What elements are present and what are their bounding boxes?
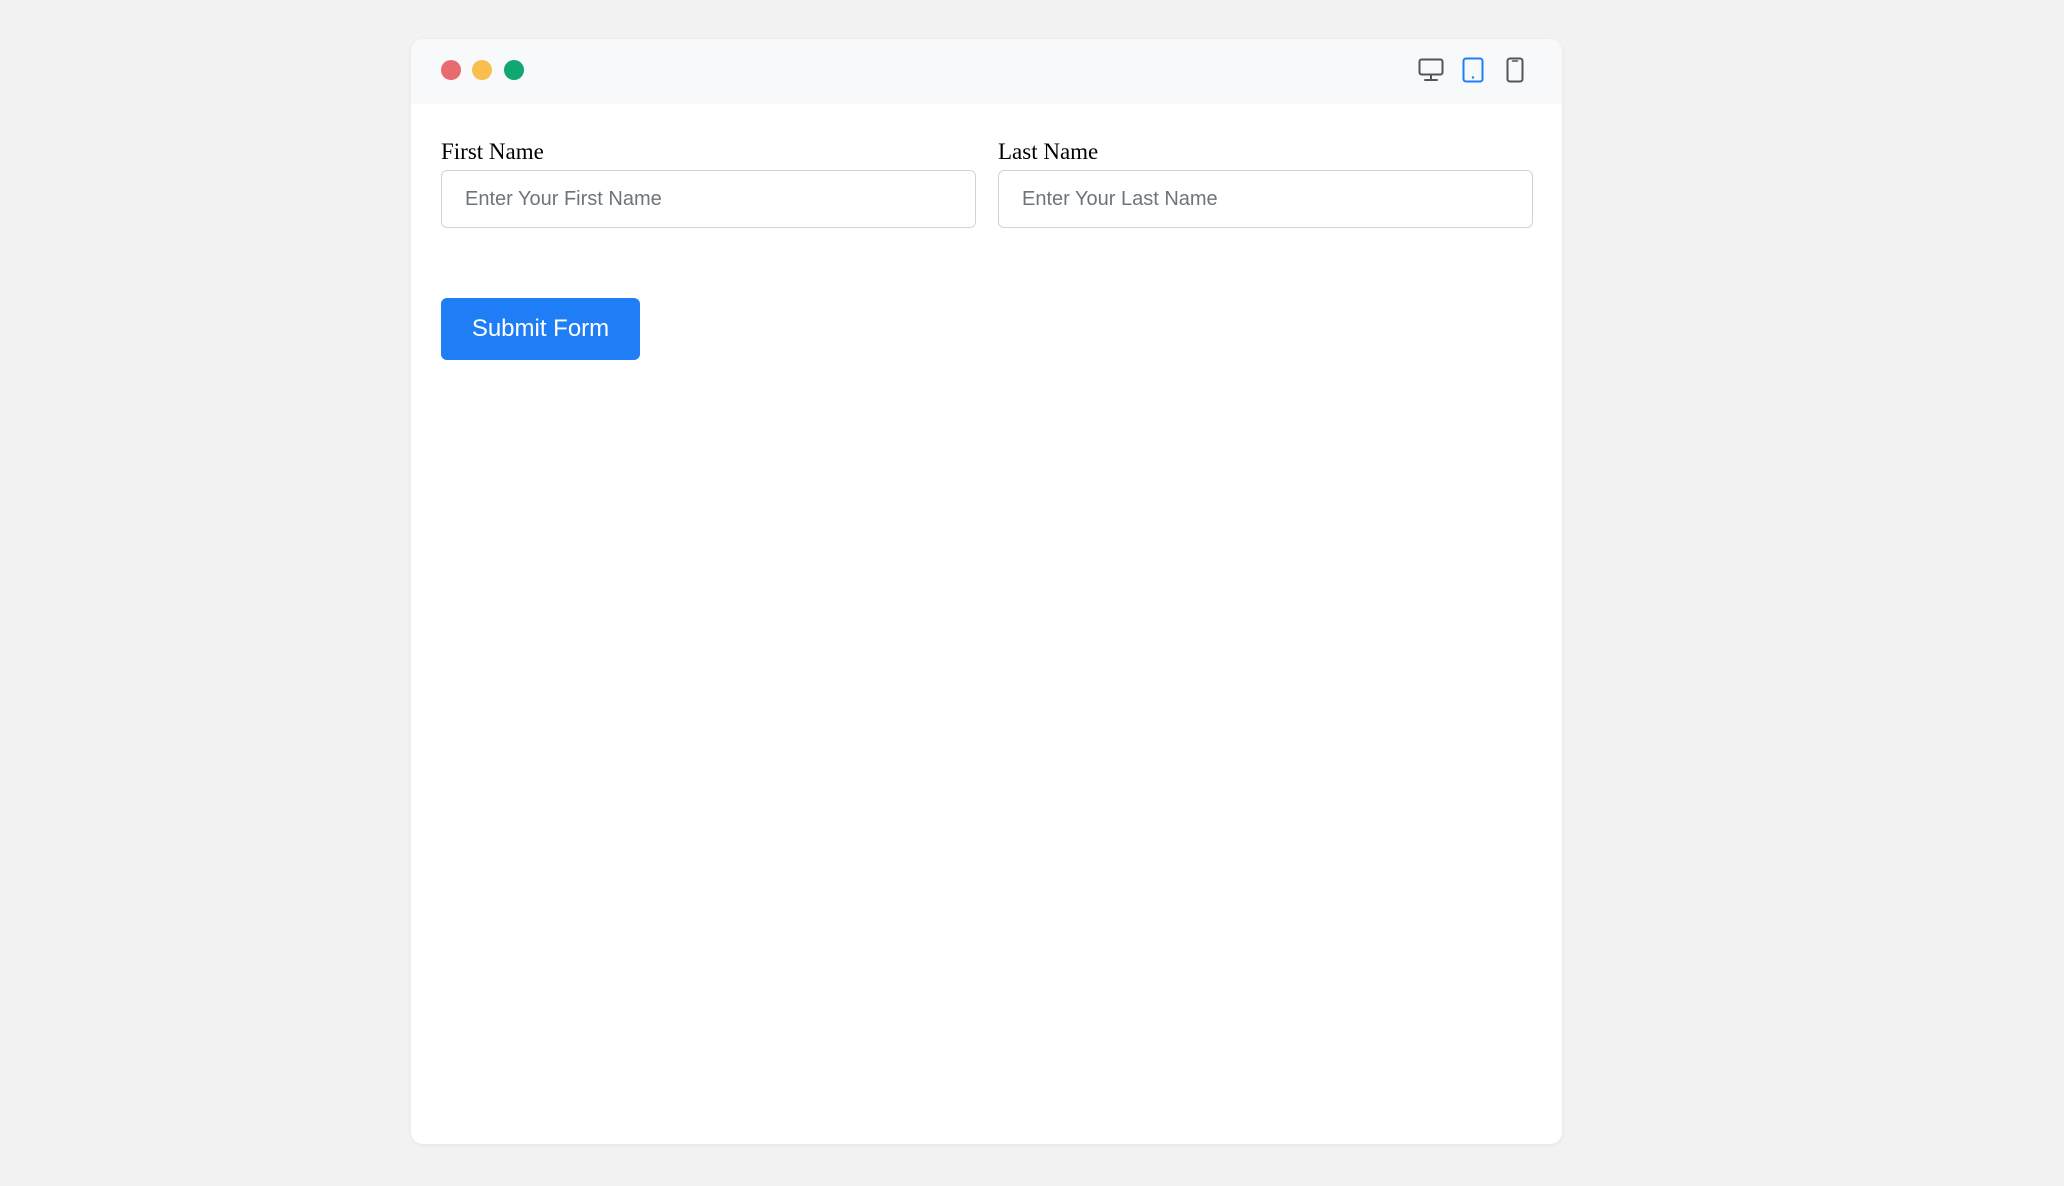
preview-window: First Name Last Name Submit Form xyxy=(411,39,1562,1144)
window-titlebar xyxy=(411,39,1562,104)
desktop-view-button[interactable] xyxy=(1414,53,1448,87)
tablet-view-button[interactable] xyxy=(1456,53,1490,87)
first-name-label: First Name xyxy=(441,139,544,164)
mobile-view-button[interactable] xyxy=(1498,53,1532,87)
last-name-label: Last Name xyxy=(998,139,1099,164)
close-window-dot[interactable] xyxy=(441,60,461,80)
submit-form-button[interactable]: Submit Form xyxy=(441,298,640,360)
minimize-window-dot[interactable] xyxy=(472,60,492,80)
monitor-icon xyxy=(1418,58,1444,81)
maximize-window-dot[interactable] xyxy=(504,60,524,80)
tablet-icon xyxy=(1462,57,1484,83)
first-name-input[interactable] xyxy=(441,170,976,228)
last-name-input[interactable] xyxy=(998,170,1533,228)
phone-icon xyxy=(1506,57,1524,83)
